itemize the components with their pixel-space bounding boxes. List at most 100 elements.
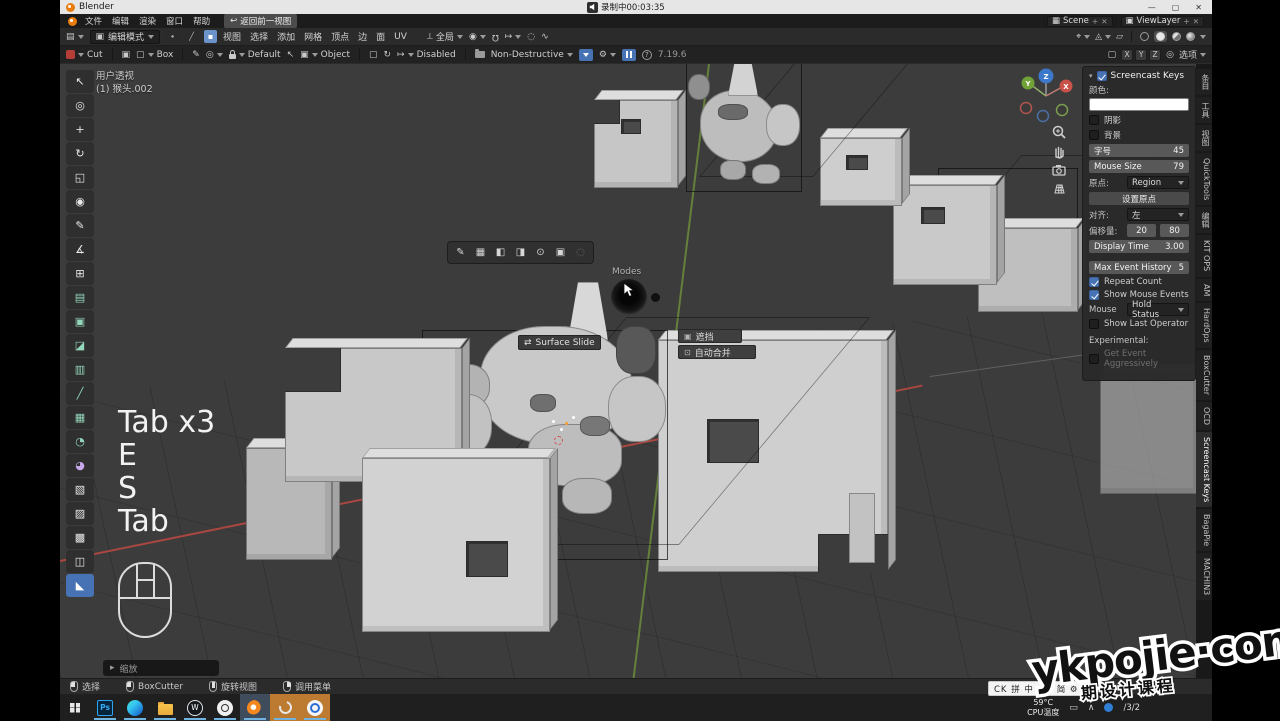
- perspective-grid-icon[interactable]: [1051, 181, 1067, 197]
- tool-smooth[interactable]: ◕: [66, 454, 94, 477]
- background-checkbox[interactable]: [1089, 130, 1099, 140]
- proportional-editing-button[interactable]: ◌: [527, 32, 535, 42]
- menu-edge[interactable]: 边: [358, 30, 367, 43]
- default-behavior-dropdown[interactable]: Default: [229, 50, 281, 60]
- tool-spin[interactable]: ◔: [66, 430, 94, 453]
- auto-merge-button[interactable]: ⊡ 自动合并: [678, 345, 756, 359]
- show-last-operator-row[interactable]: Show Last Operator: [1089, 319, 1189, 329]
- maximize-button[interactable]: ▢: [1172, 3, 1180, 12]
- editor-type-button[interactable]: ▤: [66, 32, 84, 42]
- zoom-icon[interactable]: [1051, 124, 1067, 140]
- gizmo-x-neg[interactable]: [1021, 103, 1032, 114]
- cursor-arrow-icon[interactable]: ↖: [287, 50, 295, 60]
- color-swatch[interactable]: [1089, 98, 1189, 111]
- draw-icon[interactable]: ✎: [192, 50, 200, 60]
- display-icon[interactable]: ▢: [369, 50, 378, 60]
- back-to-previous-view-button[interactable]: ↩ 返回前一视图: [224, 14, 297, 28]
- menu-view[interactable]: 视图: [223, 30, 241, 43]
- axis-y-button[interactable]: Y: [1135, 49, 1147, 61]
- show-gizmo-button[interactable]: ⌖: [1076, 32, 1090, 42]
- menu-select[interactable]: 选择: [250, 30, 268, 43]
- tool-extrude-region[interactable]: ▤: [66, 286, 94, 309]
- menu-face[interactable]: 面: [376, 30, 385, 43]
- screencast-keys-enable-checkbox[interactable]: [1097, 71, 1107, 81]
- tab-kit-ops[interactable]: KIT OPS: [1196, 235, 1212, 276]
- snap-toggle-button[interactable]: Ω: [492, 32, 499, 42]
- tab-bagapie[interactable]: BagaPie: [1196, 509, 1212, 551]
- background-checkbox-row[interactable]: 背景: [1089, 129, 1189, 141]
- show-mouse-events-row[interactable]: Show Mouse Events: [1089, 290, 1189, 300]
- tool-measure[interactable]: ∡: [66, 238, 94, 261]
- menu-help[interactable]: 帮助: [193, 15, 210, 27]
- viewlayer-selector[interactable]: ▣ ViewLayer + ✕: [1121, 16, 1205, 27]
- tray-app-icon[interactable]: [1104, 703, 1113, 712]
- solid-shading-button[interactable]: [1156, 32, 1165, 41]
- camera-view-icon[interactable]: [1051, 162, 1067, 178]
- get-event-aggressively-checkbox[interactable]: [1089, 354, 1099, 364]
- shape-frame-icon[interactable]: ▣: [122, 50, 131, 60]
- tool-knife[interactable]: ╱: [66, 382, 94, 405]
- eyedropper-icon[interactable]: ⊙: [532, 244, 549, 261]
- mirror-icon[interactable]: ▢: [1108, 50, 1117, 60]
- align-dropdown[interactable]: 左: [1127, 208, 1189, 221]
- tab-ocd[interactable]: OCD: [1196, 402, 1212, 430]
- tool-loop-cut[interactable]: ▥: [66, 358, 94, 381]
- wireframe-shading-button[interactable]: [1140, 32, 1149, 41]
- panel-collapse-icon[interactable]: ▾: [1089, 72, 1093, 80]
- font-size-slider[interactable]: 字号45: [1089, 144, 1189, 157]
- object-dropdown[interactable]: ▣Object: [300, 50, 350, 60]
- help-button[interactable]: ?: [642, 50, 652, 60]
- tab-boxcutter[interactable]: BoxCutter: [1196, 350, 1212, 400]
- rendered-shading-button[interactable]: [1186, 32, 1195, 41]
- tool-rip-edge[interactable]: ◫: [66, 550, 94, 573]
- tool-inset-faces[interactable]: ▣: [66, 310, 94, 333]
- options-dropdown[interactable]: 选项: [1179, 48, 1206, 61]
- tab-quicktools[interactable]: QuickTools: [1196, 153, 1212, 205]
- blender-menu-logo-icon[interactable]: [68, 17, 77, 26]
- ime-toolbar[interactable]: CK 拼 中 ♪ ° 简 ⚙ ⋮: [988, 681, 1098, 696]
- box-shape-dropdown[interactable]: ▢Box: [136, 50, 173, 60]
- menu-mesh[interactable]: 网格: [304, 30, 322, 43]
- apply-button[interactable]: [579, 49, 593, 61]
- scene-selector[interactable]: ▦ Scene + ✕: [1047, 16, 1113, 27]
- tab-am[interactable]: AM: [1196, 279, 1212, 301]
- shadow-checkbox[interactable]: [1089, 115, 1099, 125]
- tool-box-select[interactable]: ◣: [66, 574, 94, 597]
- menu-file[interactable]: 文件: [85, 15, 102, 27]
- new-scene-icon[interactable]: +: [1092, 17, 1098, 26]
- offset-y-field[interactable]: 80: [1160, 224, 1189, 237]
- axis-x-button[interactable]: X: [1121, 49, 1133, 61]
- show-overlays-button[interactable]: ◬: [1095, 32, 1111, 42]
- mesh-cube[interactable]: [1100, 374, 1200, 494]
- media-app-icon[interactable]: W: [180, 694, 210, 721]
- tool-tweak[interactable]: ↖: [66, 70, 94, 93]
- screen-recorder-icon[interactable]: [210, 694, 240, 721]
- robot-mesh-upper[interactable]: [680, 64, 810, 198]
- gizmo-z-neg[interactable]: [1038, 111, 1049, 122]
- pivot-mini-icon[interactable]: ◎: [1166, 50, 1174, 60]
- set-origin-button[interactable]: 设置原点: [1089, 192, 1189, 205]
- pause-button[interactable]: [622, 49, 636, 61]
- max-event-history-field[interactable]: Max Event History5: [1089, 261, 1189, 274]
- taskbar-clock[interactable]: /3/2: [1123, 703, 1140, 713]
- tool-bevel[interactable]: ◪: [66, 334, 94, 357]
- frame-select-icon[interactable]: ▣: [552, 244, 569, 261]
- menu-window[interactable]: 窗口: [166, 15, 183, 27]
- blender-app-icon[interactable]: [240, 694, 270, 721]
- vertex-select-mode-button[interactable]: ∙: [166, 30, 179, 43]
- rotate-icon[interactable]: ↻: [383, 50, 391, 60]
- 3d-viewport[interactable]: 用户透视 (1) 猴头.002 ✎▦◧◨⊙▣◌ Modes ⇄ Surface …: [60, 64, 1212, 678]
- deform-icon[interactable]: ◨: [512, 244, 529, 261]
- settings-button[interactable]: ⚙: [599, 50, 616, 60]
- tray-keyboard-icon[interactable]: ▭: [1069, 703, 1078, 713]
- origin-dropdown[interactable]: Region: [1127, 176, 1189, 189]
- tab-screencast-keys[interactable]: Screencast Keys: [1196, 432, 1212, 507]
- mode-selector[interactable]: ▣编辑模式: [90, 30, 161, 44]
- close-button[interactable]: ✕: [1195, 3, 1202, 12]
- tab-machin3[interactable]: MACHIN3: [1196, 553, 1212, 600]
- file-explorer-icon[interactable]: [150, 694, 180, 721]
- shadow-checkbox-row[interactable]: 阴影: [1089, 114, 1189, 126]
- mesh-cube[interactable]: [893, 185, 997, 285]
- unlink-scene-icon[interactable]: ✕: [1101, 17, 1107, 26]
- get-event-aggressively-row[interactable]: Get Event Aggressively: [1089, 349, 1189, 369]
